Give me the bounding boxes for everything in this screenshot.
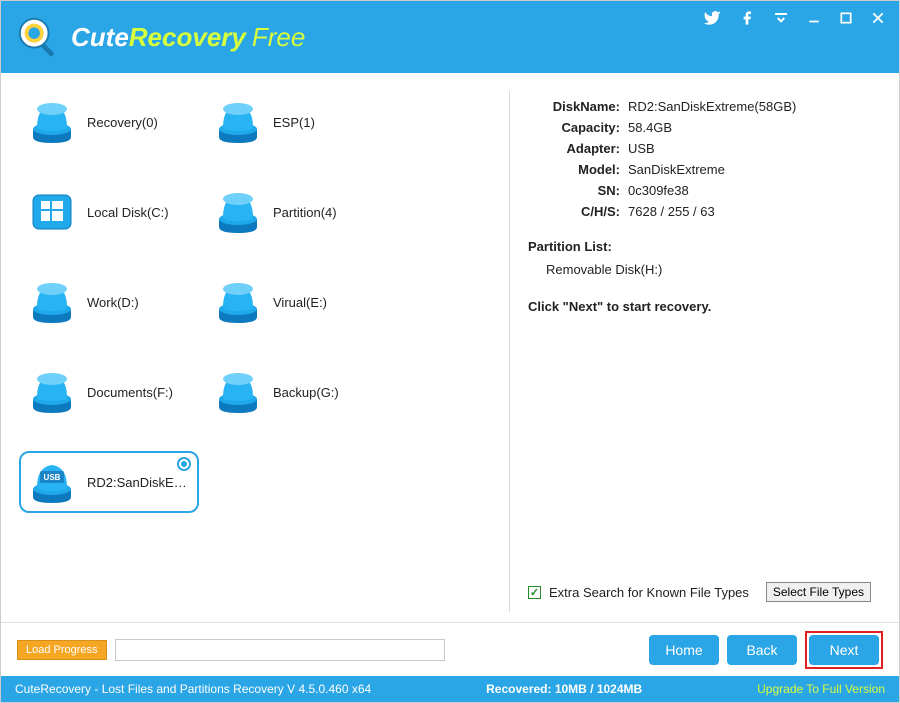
usb-icon: USB (27, 457, 77, 507)
disk-icon (27, 277, 77, 327)
app-logo: CuteRecoveryFree (15, 14, 305, 60)
extra-search-label: Extra Search for Known File Types (549, 585, 749, 600)
magnifier-disk-icon (15, 14, 61, 60)
main-area: Recovery(0) ESP(1) Local Disk(C:) Partition… (1, 73, 899, 622)
info-key-capacity: Capacity: (528, 120, 628, 135)
disk-label: Partition(4) (273, 205, 337, 220)
menu-dropdown-icon[interactable] (773, 10, 789, 26)
disk-label: Virual(E:) (273, 295, 327, 310)
disk-icon (213, 277, 263, 327)
disk-icon (213, 97, 263, 147)
info-val-chs: 7628 / 255 / 63 (628, 204, 871, 219)
upgrade-link[interactable]: Upgrade To Full Version (757, 682, 885, 696)
info-key-adapter: Adapter: (528, 141, 628, 156)
hint-text: Click "Next" to start recovery. (528, 299, 871, 314)
disk-item[interactable]: Partition(4) (205, 181, 385, 243)
bottom-toolbar: Load Progress Home Back Next (1, 622, 899, 676)
load-progress-button[interactable]: Load Progress (17, 640, 107, 660)
disk-label: Backup(G:) (273, 385, 339, 400)
app-window: CuteRecoveryFree (0, 0, 900, 703)
disk-item[interactable]: Recovery(0) (19, 91, 199, 153)
partition-list: Removable Disk(H:) (528, 262, 871, 285)
disk-icon (27, 97, 77, 147)
disk-grid: Recovery(0) ESP(1) Local Disk(C:) Partition… (19, 91, 509, 612)
selected-radio-icon (177, 457, 191, 471)
svg-text:USB: USB (44, 473, 61, 482)
disk-item[interactable]: Local Disk(C:) (19, 181, 199, 243)
extra-search-row: ✓ Extra Search for Known File Types Sele… (528, 582, 871, 608)
disk-item[interactable]: Documents(F:) (19, 361, 199, 423)
disk-item[interactable]: Work(D:) (19, 271, 199, 333)
next-button-highlight: Next (805, 631, 883, 669)
disk-icon (213, 367, 263, 417)
disk-label: ESP(1) (273, 115, 315, 130)
back-button[interactable]: Back (727, 635, 797, 665)
disk-label: Recovery(0) (87, 115, 158, 130)
app-title: CuteRecoveryFree (71, 22, 305, 53)
info-key-chs: C/H/S: (528, 204, 628, 219)
disk-item[interactable]: ESP(1) (205, 91, 385, 153)
disk-label: RD2:SanDiskEx... (87, 475, 187, 490)
partition-list-header: Partition List: (528, 239, 871, 254)
info-key-sn: SN: (528, 183, 628, 198)
minimize-icon[interactable] (807, 11, 821, 25)
home-button[interactable]: Home (649, 635, 719, 665)
disk-icon (27, 367, 77, 417)
info-key-model: Model: (528, 162, 628, 177)
windisk-icon (27, 187, 77, 237)
extra-search-checkbox[interactable]: ✓ (528, 586, 541, 599)
titlebar: CuteRecoveryFree (1, 1, 899, 73)
maximize-icon[interactable] (839, 11, 853, 25)
info-val-diskname: RD2:SanDiskExtreme(58GB) (628, 99, 871, 114)
disk-item[interactable]: USB RD2:SanDiskEx... (19, 451, 199, 513)
window-controls (703, 9, 885, 27)
info-panel: DiskName:RD2:SanDiskExtreme(58GB) Capaci… (509, 91, 881, 612)
disk-info-table: DiskName:RD2:SanDiskExtreme(58GB) Capaci… (528, 99, 871, 225)
info-val-adapter: USB (628, 141, 871, 156)
disk-item[interactable]: Backup(G:) (205, 361, 385, 423)
next-button[interactable]: Next (809, 635, 879, 665)
partition-item[interactable]: Removable Disk(H:) (546, 262, 871, 277)
info-val-capacity: 58.4GB (628, 120, 871, 135)
info-val-sn: 0c309fe38 (628, 183, 871, 198)
status-center-text: Recovered: 10MB / 1024MB (371, 682, 757, 696)
status-left-text: CuteRecovery - Lost Files and Partitions… (15, 682, 371, 696)
twitter-icon[interactable] (703, 9, 721, 27)
info-key-diskname: DiskName: (528, 99, 628, 114)
facebook-icon[interactable] (739, 10, 755, 26)
disk-icon (213, 187, 263, 237)
info-val-model: SanDiskExtreme (628, 162, 871, 177)
disk-label: Local Disk(C:) (87, 205, 169, 220)
disk-label: Work(D:) (87, 295, 139, 310)
status-bar: CuteRecovery - Lost Files and Partitions… (1, 676, 899, 702)
close-icon[interactable] (871, 11, 885, 25)
disk-label: Documents(F:) (87, 385, 173, 400)
disk-item[interactable]: Virual(E:) (205, 271, 385, 333)
select-file-types-button[interactable]: Select File Types (766, 582, 871, 602)
load-progress-input[interactable] (115, 639, 445, 661)
